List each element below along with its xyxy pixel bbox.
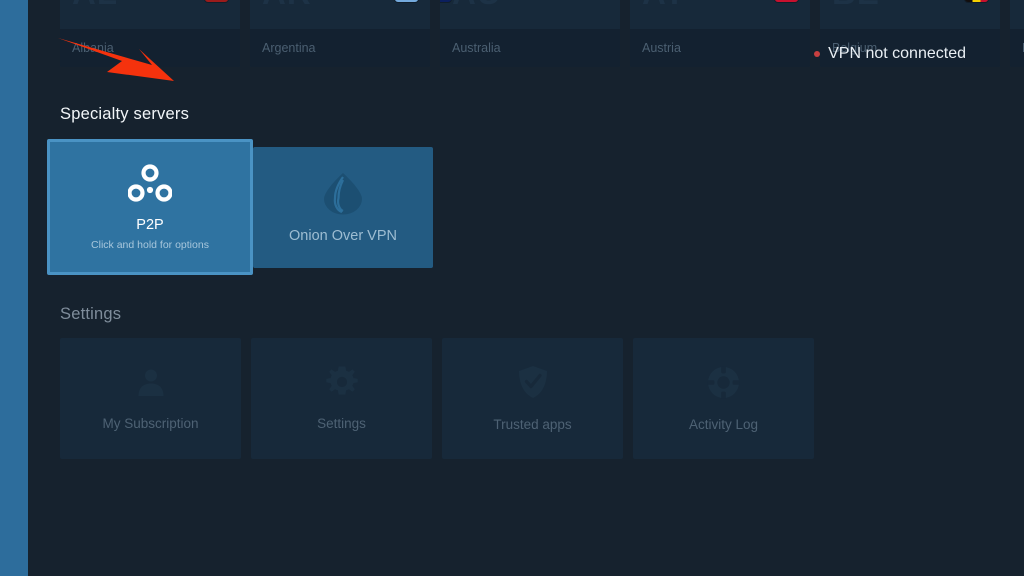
flag-belgium-icon [965,0,988,2]
country-code: AT [642,0,686,9]
left-accent-rail [0,0,28,576]
p2p-icon [127,163,173,209]
country-card-argentina[interactable]: AR Argentina [250,0,430,67]
settings-card-label: Activity Log [688,416,759,432]
settings-card-trusted-apps[interactable]: Trusted apps [442,338,623,459]
settings-heading: Settings [60,305,122,323]
settings-card-label: Settings [317,416,366,432]
settings-card-my-subscription[interactable]: My Subscription [60,338,241,459]
flag-albania-icon: ♥ [205,0,228,2]
lifebuoy-icon [707,366,740,404]
country-name-bar: B [1010,29,1024,67]
person-icon [135,366,167,403]
flag-australia-icon [440,0,451,2]
vpn-app-window: AL ♥ Albania AR Argentina AU Austra [0,0,1024,576]
country-code: AR [262,0,312,9]
specialty-servers-heading: Specialty servers [60,105,190,123]
specialty-card-label: P2P [136,216,164,233]
specialty-card-onion-over-vpn[interactable]: Onion Over VPN [253,147,433,268]
specialty-card-label: Onion Over VPN [289,228,397,245]
country-name: Australia [452,41,501,55]
country-code: BE [832,0,880,9]
gear-icon [325,366,358,403]
country-name-bar: Australia [440,29,620,67]
specialty-card-p2p[interactable]: P2P Click and hold for options [47,139,253,275]
country-name-bar: Albania [60,29,240,67]
flag-austria-icon [775,0,798,2]
settings-card-label: Trusted apps [493,417,572,433]
settings-card-label: My Subscription [102,416,199,432]
specialty-card-hint: Click and hold for options [91,239,209,251]
specialty-servers-row: P2P Click and hold for options Onion Ove… [47,139,433,275]
vpn-status-indicator: VPN not connected [814,45,966,63]
shield-check-icon [517,365,549,404]
country-code: AL [72,0,118,9]
onion-icon [322,171,364,220]
settings-cards-row: My Subscription Settings Trusted apps Ac… [60,338,814,459]
country-name-bar: Argentina [250,29,430,67]
country-card-australia[interactable]: AU Australia [440,0,620,67]
vpn-status-label: VPN not connected [828,45,966,62]
country-card-next[interactable]: B B [1010,0,1024,67]
status-dot-icon [814,51,821,57]
settings-card-activity-log[interactable]: Activity Log [633,338,814,459]
country-name: Argentina [262,41,316,55]
country-name: Austria [642,41,681,55]
settings-card-settings[interactable]: Settings [251,338,432,459]
country-code: AU [452,0,502,9]
country-card-austria[interactable]: AT Austria [630,0,810,67]
country-name: Albania [72,41,114,55]
country-name-bar: Austria [630,29,810,67]
flag-argentina-icon [395,0,418,2]
annotation-arrow [58,38,174,81]
country-card-albania[interactable]: AL ♥ Albania [60,0,240,67]
